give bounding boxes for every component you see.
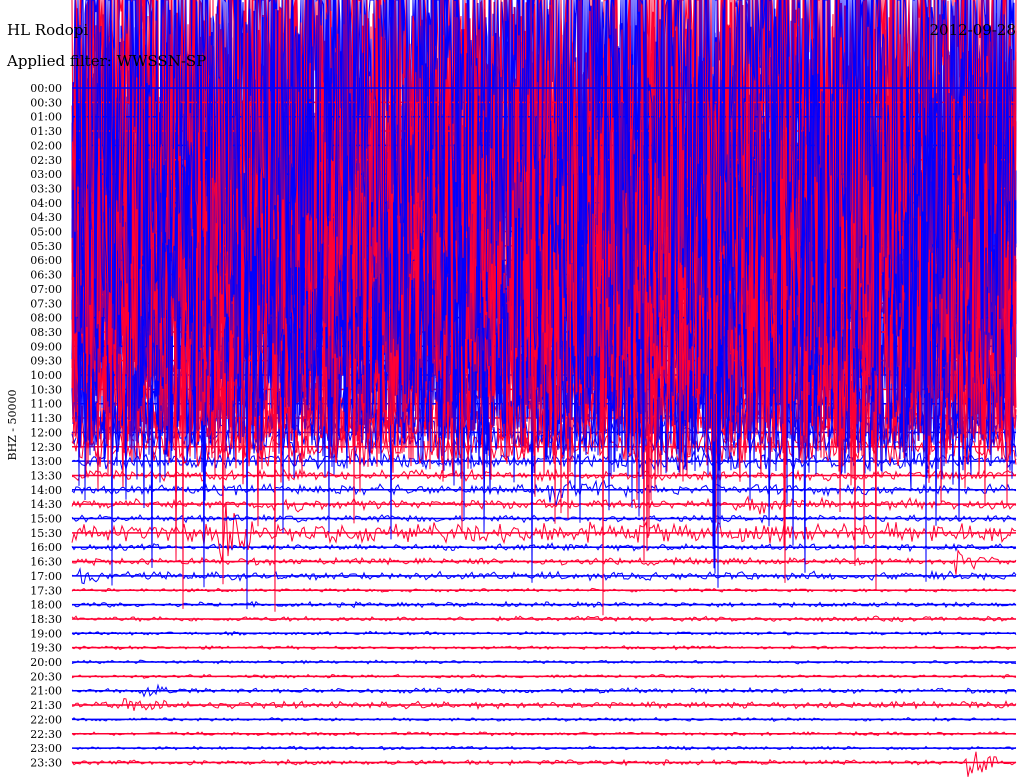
row-label-1500: 15:00 bbox=[30, 513, 62, 526]
row-label-1930: 19:30 bbox=[30, 642, 62, 655]
row-label-0030: 00:30 bbox=[30, 96, 62, 109]
row-label-0830: 08:30 bbox=[30, 326, 62, 339]
row-label-0600: 06:00 bbox=[30, 254, 62, 267]
row-label-1300: 13:00 bbox=[30, 455, 62, 468]
row-label-2200: 22:00 bbox=[30, 713, 62, 726]
row-label-1330: 13:30 bbox=[30, 469, 62, 482]
channel-scale-label: BHZ - 50000 bbox=[6, 389, 19, 460]
row-label-2130: 21:30 bbox=[30, 699, 62, 712]
row-label-0900: 09:00 bbox=[30, 340, 62, 353]
row-label-1430: 14:30 bbox=[30, 498, 62, 511]
row-label-1700: 17:00 bbox=[30, 570, 62, 583]
row-label-2100: 21:00 bbox=[30, 685, 62, 698]
row-label-0300: 03:00 bbox=[30, 168, 62, 181]
station-name: HL Rodopi bbox=[7, 21, 88, 39]
row-label-1900: 19:00 bbox=[30, 627, 62, 640]
row-label-0000: 00:00 bbox=[30, 82, 62, 95]
row-label-1830: 18:30 bbox=[30, 613, 62, 626]
row-label-2330: 23:30 bbox=[30, 756, 62, 769]
row-label-1000: 10:00 bbox=[30, 369, 62, 382]
seismic-traces bbox=[71, 0, 1017, 777]
row-label-1730: 17:30 bbox=[30, 584, 62, 597]
row-label-2030: 20:30 bbox=[30, 670, 62, 683]
row-label-0330: 03:30 bbox=[30, 182, 62, 195]
row-label-1530: 15:30 bbox=[30, 527, 62, 540]
row-label-0130: 01:30 bbox=[30, 125, 62, 138]
row-label-1030: 10:30 bbox=[30, 383, 62, 396]
row-label-0500: 05:00 bbox=[30, 226, 62, 239]
row-label-0930: 09:30 bbox=[30, 355, 62, 368]
trace-row-1630 bbox=[71, 548, 1017, 575]
trace-row-1430 bbox=[71, 495, 1017, 515]
trace-row-1530 bbox=[71, 501, 1016, 562]
row-label-0230: 02:30 bbox=[30, 154, 62, 167]
helicorder-plot: 23:3023:0022:30 22:0021:3021:00 20:3020:00… bbox=[6, 0, 1017, 777]
row-label-1100: 11:00 bbox=[30, 398, 62, 411]
row-label-0630: 06:30 bbox=[30, 269, 62, 282]
row-label-1230: 12:30 bbox=[30, 441, 62, 454]
trace-row-2330 bbox=[71, 751, 1017, 777]
time-row-labels: 23:3023:0022:30 22:0021:3021:00 20:3020:00… bbox=[30, 82, 62, 769]
row-label-2000: 20:00 bbox=[30, 656, 62, 669]
row-label-0530: 05:30 bbox=[30, 240, 62, 253]
row-label-1630: 16:30 bbox=[30, 556, 62, 569]
row-label-1400: 14:00 bbox=[30, 484, 62, 497]
row-label-1600: 16:00 bbox=[30, 541, 62, 554]
record-date: 2012-09-28 bbox=[930, 21, 1016, 39]
row-label-0100: 01:00 bbox=[30, 111, 62, 124]
filter-note: Applied filter: WWSSN-SP bbox=[6, 52, 206, 70]
row-label-2300: 23:00 bbox=[30, 742, 62, 755]
row-label-0430: 04:30 bbox=[30, 211, 62, 224]
row-label-1200: 12:00 bbox=[30, 426, 62, 439]
row-label-0800: 08:00 bbox=[30, 312, 62, 325]
row-label-0700: 07:00 bbox=[30, 283, 62, 296]
row-label-1130: 11:30 bbox=[30, 412, 62, 425]
row-label-0730: 07:30 bbox=[30, 297, 62, 310]
row-label-2230: 22:30 bbox=[30, 728, 62, 741]
row-label-1800: 18:00 bbox=[30, 599, 62, 612]
row-label-0200: 02:00 bbox=[30, 139, 62, 152]
row-label-0400: 04:00 bbox=[30, 197, 62, 210]
